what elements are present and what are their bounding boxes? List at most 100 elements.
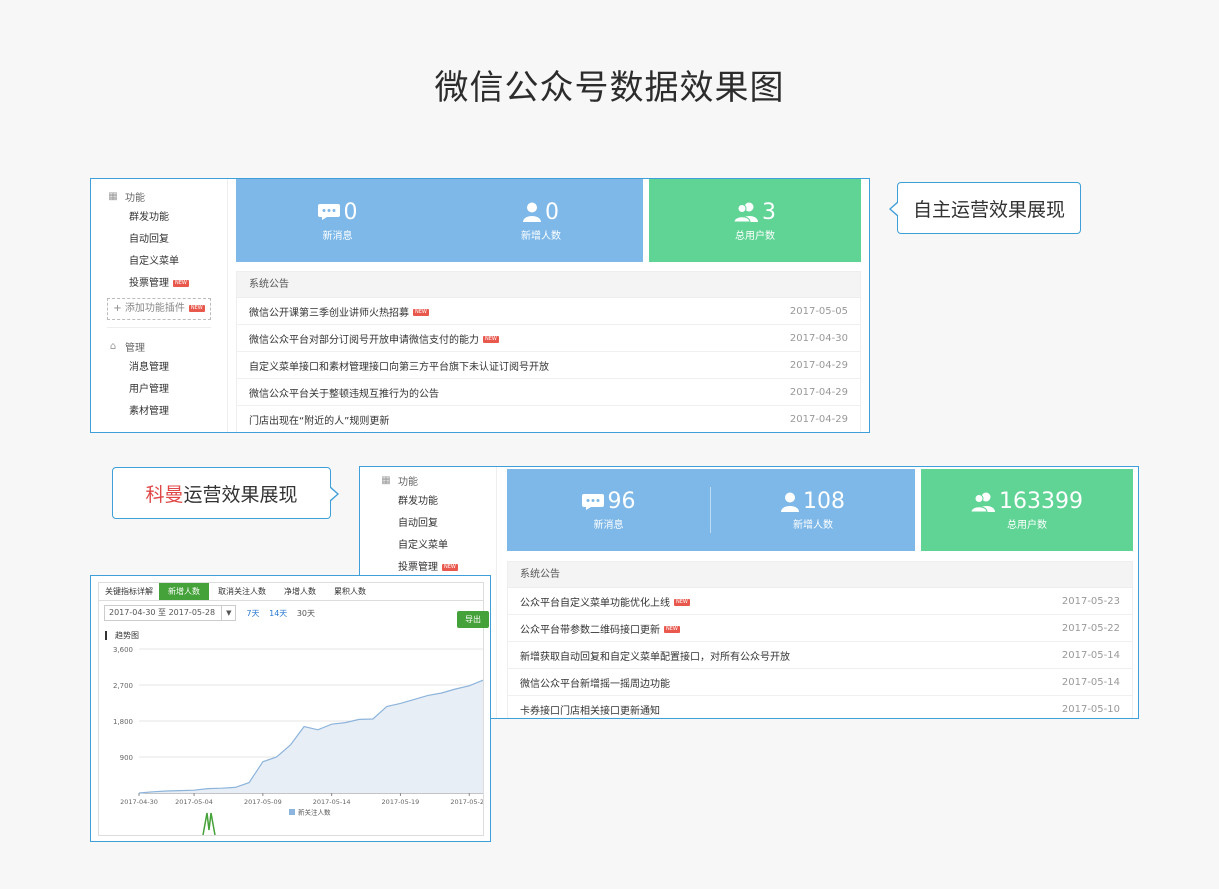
new-badge: NEW <box>173 279 189 287</box>
notice-board: 系统公告 公众平台自定义菜单功能优化上线 NEW 2017-05-23 公众平台带参数… <box>507 561 1133 718</box>
sidebar-group-function: ▦ 功能 <box>107 185 211 207</box>
notice-date: 2017-05-14 <box>1061 676 1120 688</box>
x-tick-label: 2017-04-30 <box>120 798 158 806</box>
chart-container: 关键指标详解 新增人数 取消关注人数 净增人数 累积人数 2017-04-30 … <box>98 582 489 836</box>
tab-new-followers[interactable]: 新增人数 <box>159 583 209 600</box>
notice-row[interactable]: 公众平台带参数二维码接口更新 NEW 2017-05-22 <box>508 615 1132 642</box>
sidebar-group-function: ▦ 功能 <box>380 469 480 491</box>
notice-row[interactable]: 公众平台自定义菜单功能优化上线 NEW 2017-05-23 <box>508 588 1132 615</box>
user-icon <box>523 202 541 222</box>
notice-date: 2017-05-22 <box>1061 622 1120 634</box>
y-tick-label: 3,600 <box>113 646 133 654</box>
message-icon <box>581 493 604 510</box>
stats-green-box: 163399 总用户数 <box>921 469 1133 551</box>
notice-title: 微信公开课第三季创业讲师火热招募 <box>249 307 409 319</box>
legend-swatch <box>289 809 295 815</box>
users-icon <box>971 492 995 512</box>
mini-sparkline <box>202 812 216 835</box>
sidebar-group-label: 功能 <box>125 192 145 204</box>
notice-row[interactable]: 微信公众平台关于整顿违规互推行为的公告 2017-04-29 <box>237 379 860 406</box>
x-tick-label: 2017-05-04 <box>175 798 213 806</box>
analytics-chart-panel: 关键指标详解 新增人数 取消关注人数 净增人数 累积人数 2017-04-30 … <box>90 575 491 842</box>
range-14-days[interactable]: 14天 <box>269 609 287 618</box>
users-icon <box>734 202 758 222</box>
tab-unfollow[interactable]: 取消关注人数 <box>209 583 275 600</box>
sidebar-item-custom-menu[interactable]: 自定义菜单 <box>380 535 480 557</box>
stat-label: 新增人数 <box>521 230 561 242</box>
notice-date: 2017-04-29 <box>789 359 848 371</box>
stat-new-users[interactable]: 108 新增人数 <box>711 469 915 551</box>
stat-value: 96 <box>607 489 636 514</box>
new-badge: NEW <box>483 336 499 343</box>
user-icon <box>781 492 799 512</box>
tab-cumulative[interactable]: 累积人数 <box>325 583 375 600</box>
stat-label: 新增人数 <box>793 520 833 531</box>
sidebar-item-custom-menu[interactable]: 自定义菜单 <box>107 251 211 273</box>
page-title: 微信公众号数据效果图 <box>434 68 785 108</box>
notice-title: 微信公众平台对部分订阅号开放申请微信支付的能力 <box>249 334 479 346</box>
stat-label: 新消息 <box>593 520 624 531</box>
range-30-days[interactable]: 30天 <box>297 609 315 618</box>
new-badge: NEW <box>188 304 205 312</box>
callout-text: 运营效果展现 <box>183 483 298 506</box>
quick-range-links: 7天 14天 30天 <box>246 608 322 619</box>
y-tick-label: 2,700 <box>113 682 133 690</box>
notice-title: 公众平台自定义菜单功能优化上线 <box>520 597 670 609</box>
stats-green-box: 3 总用户数 <box>649 179 861 262</box>
stat-value: 3 <box>762 199 776 225</box>
inbox-icon: ⌂ <box>109 340 117 352</box>
notice-date: 2017-05-05 <box>789 305 848 317</box>
add-plugin-label: + 添加功能插件 <box>113 303 185 314</box>
stat-total-users[interactable]: 163399 总用户数 <box>921 469 1133 551</box>
notice-title: 门店出现在“附近的人”规则更新 <box>249 415 390 427</box>
notice-title: 公众平台带参数二维码接口更新 <box>520 624 660 636</box>
notice-date: 2017-05-23 <box>1061 595 1120 607</box>
date-range-picker[interactable]: 2017-04-30 至 2017-05-28 ▼ <box>104 605 237 621</box>
sidebar-item-mass-send[interactable]: 群发功能 <box>107 207 211 229</box>
metric-tabs: 关键指标详解 新增人数 取消关注人数 净增人数 累积人数 <box>99 583 483 601</box>
notice-row[interactable]: 卡券接口门店相关接口更新通知 2017-05-10 <box>508 696 1132 718</box>
sidebar-group-label: 功能 <box>398 476 418 488</box>
add-plugin-button[interactable]: + 添加功能插件 NEW <box>107 298 211 320</box>
callout-highlight: 科曼 <box>145 483 184 506</box>
sidebar-item-users[interactable]: 用户管理 <box>107 379 211 401</box>
trend-chart: 900 1,800 2,700 3,600 2017-04-30 2017-05-04 20… <box>113 646 483 835</box>
y-tick-label: 1,800 <box>113 718 133 726</box>
tabs-label: 关键指标详解 <box>105 587 153 596</box>
notice-row[interactable]: 自定义菜单接口和素材管理接口向第三方平台旗下未认证订阅号开放 2017-04-29 <box>237 352 860 379</box>
notice-header: 系统公告 <box>508 562 1132 588</box>
notice-row[interactable]: 门店出现在“附近的人”规则更新 2017-04-29 <box>237 406 860 432</box>
sidebar-item-messages[interactable]: 消息管理 <box>107 357 211 379</box>
tab-net-growth[interactable]: 净增人数 <box>275 583 325 600</box>
stat-new-users[interactable]: 0 新增人数 <box>439 179 643 262</box>
range-7-days[interactable]: 7天 <box>246 609 259 618</box>
x-tick-label: 2017-05-14 <box>313 798 351 806</box>
legend-label: 新关注人数 <box>298 808 331 817</box>
export-button[interactable]: 导出 <box>457 611 489 628</box>
sidebar-item-vote[interactable]: 投票管理 NEW <box>107 273 211 295</box>
new-badge: NEW <box>413 309 429 316</box>
notice-date: 2017-04-29 <box>789 413 848 425</box>
stats-blue-box: 0 新消息 0 新增人数 <box>236 179 643 262</box>
sidebar-item-materials[interactable]: 素材管理 <box>107 401 211 423</box>
new-badge: NEW <box>442 563 458 571</box>
stat-new-messages[interactable]: 96 新消息 <box>507 469 710 551</box>
sidebar-item-auto-reply[interactable]: 自动回复 <box>380 513 480 535</box>
notice-title: 卡券接口门店相关接口更新通知 <box>520 705 660 717</box>
notice-row[interactable]: 新增获取自动回复和自定义菜单配置接口，对所有公众号开放 2017-05-14 <box>508 642 1132 669</box>
notice-row[interactable]: 微信公众平台对部分订阅号开放申请微信支付的能力 NEW 2017-04-30 <box>237 325 860 352</box>
sidebar: ▦ 功能 群发功能 自动回复 自定义菜单 投票管理 NEW + 添加功能插件 NEW… <box>91 179 228 432</box>
stat-new-messages[interactable]: 0 新消息 <box>236 179 439 262</box>
callout-self-operation: 自主运营效果展现 <box>889 182 1081 234</box>
x-tick-label: 2017-05-09 <box>244 798 282 806</box>
notice-date: 2017-04-29 <box>789 386 848 398</box>
sidebar-item-auto-reply[interactable]: 自动回复 <box>107 229 211 251</box>
x-tick-label: 2017-05-24 <box>450 798 483 806</box>
x-tick-label: 2017-05-19 <box>382 798 420 806</box>
stat-total-users[interactable]: 3 总用户数 <box>649 179 861 262</box>
notice-row[interactable]: 微信公众平台新增摇一摇周边功能 2017-05-14 <box>508 669 1132 696</box>
stat-value: 0 <box>343 199 358 225</box>
sidebar-item-mass-send[interactable]: 群发功能 <box>380 491 480 513</box>
notice-row[interactable]: 微信公开课第三季创业讲师火热招募 NEW 2017-05-05 <box>237 298 860 325</box>
new-badge: NEW <box>674 599 690 606</box>
